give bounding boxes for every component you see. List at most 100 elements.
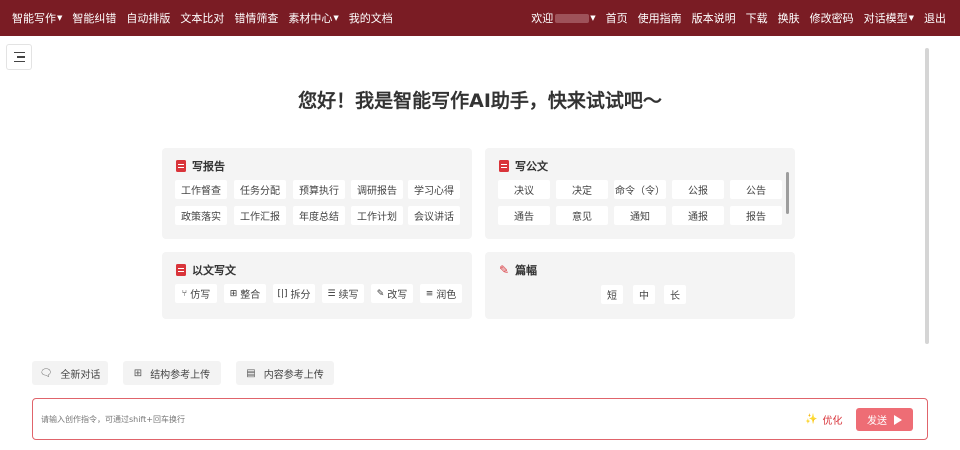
username-redacted (555, 13, 590, 23)
official-doc-chip[interactable]: 公报 (672, 180, 724, 199)
report-chip[interactable]: 会议讲话 (408, 206, 460, 225)
pen-icon: ✎ (499, 263, 510, 277)
nav-version-notes[interactable]: 版本说明 (688, 10, 740, 26)
report-chip[interactable]: 工作督查 (175, 180, 227, 199)
report-card: 写报告 工作督查 任务分配 预算执行 调研报告 学习心得 政策落实 工作汇报 年… (162, 148, 472, 239)
rewrite-chip-merge[interactable]: ⊞ 整合 (224, 284, 266, 303)
report-chip[interactable]: 年度总结 (293, 206, 345, 225)
report-card-title: 写报告 (176, 158, 225, 174)
nav-right: 欢迎 ▼ 首页 使用指南 版本说明 下载 换肤 修改密码 对话模型 ▼ 退出 (527, 0, 952, 36)
nav-text-compare[interactable]: 文本比对 (176, 10, 228, 26)
prompt-input[interactable] (41, 409, 781, 429)
official-doc-chip[interactable]: 决定 (556, 180, 608, 199)
official-doc-chip[interactable]: 命令（令） (614, 180, 666, 199)
official-card-scrollbar[interactable] (786, 172, 789, 214)
send-button[interactable]: 发送 (856, 408, 913, 431)
user-menu[interactable]: 欢迎 ▼ (527, 10, 599, 26)
nav-smart-writing[interactable]: 智能写作 ▼ (8, 10, 66, 26)
report-chip[interactable]: 任务分配 (234, 180, 286, 199)
send-arrow-icon (894, 414, 902, 425)
imitate-icon: ⑂ (181, 288, 188, 299)
top-nav-bar: 智能写作 ▼ 智能纠错 自动排版 文本比对 错情筛查 素材中心 ▼ 我的文档 欢迎 ▼… (0, 0, 960, 36)
length-card-title: ✎ 篇幅 (499, 262, 537, 278)
document-icon (499, 160, 509, 172)
menu-icon (13, 60, 25, 63)
chevron-down-icon: ▼ (333, 14, 339, 22)
nav-label: 下载 (745, 12, 768, 25)
nav-label: 退出 (924, 12, 946, 25)
new-chat-button[interactable]: 🗨 全新对话 (32, 361, 108, 385)
nav-home[interactable]: 首页 (602, 10, 632, 26)
nav-download[interactable]: 下载 (742, 10, 772, 26)
report-chip[interactable]: 预算执行 (293, 180, 345, 199)
chip-label: 改写 (387, 290, 408, 301)
page-headline: 您好！我是智能写作AI助手，快来试试吧～ (298, 90, 662, 112)
rewrite-icon: ✎ (376, 288, 385, 299)
content-upload-button[interactable]: ▤ 内容参考上传 (236, 361, 334, 385)
nav-label: 版本说明 (691, 12, 736, 25)
card-title-label: 写公文 (515, 160, 548, 173)
rewrite-chip-continue[interactable]: ☰ 续写 (322, 284, 364, 303)
official-doc-chip[interactable]: 通知 (614, 206, 666, 225)
layout-icon: ⊞ (133, 367, 143, 379)
rewrite-chip-rewrite[interactable]: ✎ 改写 (371, 284, 413, 303)
nav-label: 修改密码 (809, 12, 854, 25)
merge-icon: ⊞ (229, 288, 238, 299)
chevron-down-icon: ▼ (57, 14, 63, 22)
file-icon: ▤ (246, 367, 256, 379)
nav-logout[interactable]: 退出 (920, 10, 950, 26)
rewrite-chip-polish[interactable]: ≡ 润色 (420, 284, 462, 303)
polish-icon: ≡ (425, 288, 434, 299)
sidebar-toggle-button[interactable] (6, 44, 32, 70)
length-card: ✎ 篇幅 短 中 长 (485, 252, 795, 319)
report-chip[interactable]: 工作计划 (351, 206, 403, 225)
nav-guide[interactable]: 使用指南 (634, 10, 686, 26)
nav-change-password[interactable]: 修改密码 (806, 10, 858, 26)
chip-label: 仿写 (190, 290, 211, 301)
nav-material-center[interactable]: 素材中心 ▼ (284, 10, 342, 26)
nav-label: 文本比对 (180, 12, 225, 25)
rewrite-chip-split[interactable]: [|] 拆分 (273, 284, 315, 303)
official-doc-chip[interactable]: 意见 (556, 206, 608, 225)
chevron-down-icon: ▼ (908, 14, 914, 22)
magic-wand-icon: ✨ (805, 414, 818, 425)
length-chip-medium[interactable]: 中 (633, 285, 655, 304)
report-chip[interactable]: 调研报告 (351, 180, 403, 199)
report-chip[interactable]: 学习心得 (408, 180, 460, 199)
rewrite-chip-imitate[interactable]: ⑂ 仿写 (175, 284, 217, 303)
report-chip[interactable]: 政策落实 (175, 206, 227, 225)
official-doc-card-title: 写公文 (499, 158, 548, 174)
nav-skin[interactable]: 换肤 (774, 10, 804, 26)
chip-label: 润色 (436, 290, 457, 301)
length-chip-short[interactable]: 短 (601, 285, 623, 304)
nav-label: 智能写作 (12, 12, 56, 25)
nav-chat-model[interactable]: 对话模型 ▼ (860, 10, 918, 26)
card-title-label: 以文写文 (192, 264, 236, 277)
nav-label: 对话模型 (863, 12, 908, 25)
official-doc-chip[interactable]: 决议 (498, 180, 550, 199)
official-doc-chip[interactable]: 通告 (498, 206, 550, 225)
chat-icon: 🗨 (39, 367, 53, 379)
report-chip[interactable]: 工作汇报 (234, 206, 286, 225)
chip-label: 拆分 (290, 290, 311, 301)
nav-auto-layout[interactable]: 自动排版 (122, 10, 174, 26)
structure-upload-button[interactable]: ⊞ 结构参考上传 (123, 361, 221, 385)
button-label: 优化 (822, 416, 843, 427)
nav-label: 自动排版 (126, 12, 171, 25)
official-doc-chip[interactable]: 通报 (672, 206, 724, 225)
button-label: 发送 (867, 416, 887, 427)
official-doc-chip[interactable]: 公告 (730, 180, 782, 199)
nav-label: 使用指南 (637, 12, 682, 25)
nav-smart-correction[interactable]: 智能纠错 (68, 10, 120, 26)
optimize-button[interactable]: ✨ 优化 (805, 412, 842, 427)
nav-error-screening[interactable]: 错情筛查 (230, 10, 282, 26)
rewrite-card: 以文写文 ⑂ 仿写 ⊞ 整合 [|] 拆分 ☰ 续写 ✎ 改写 ≡ 润色 (162, 252, 472, 319)
button-label: 内容参考上传 (263, 369, 324, 381)
nav-left: 智能写作 ▼ 智能纠错 自动排版 文本比对 错情筛查 素材中心 ▼ 我的文档 (8, 0, 399, 36)
chevron-down-icon: ▼ (590, 14, 596, 22)
length-chip-long[interactable]: 长 (664, 285, 686, 304)
card-title-label: 篇幅 (515, 264, 538, 277)
menu-icon (13, 51, 25, 54)
official-doc-chip[interactable]: 报告 (730, 206, 782, 225)
nav-my-documents[interactable]: 我的文档 (345, 10, 397, 26)
